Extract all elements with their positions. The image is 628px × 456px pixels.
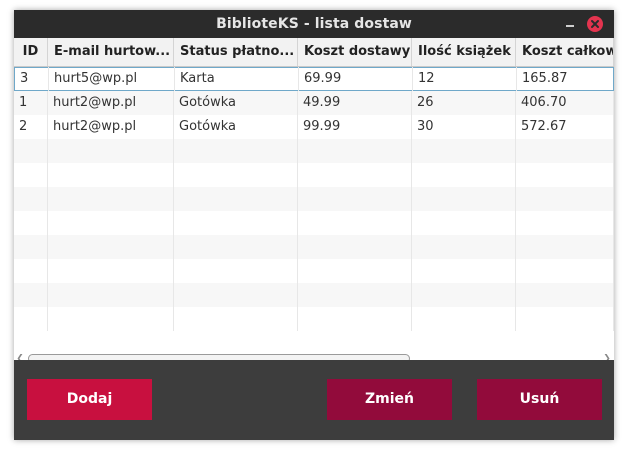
table-cell bbox=[298, 307, 412, 331]
table-cell bbox=[174, 139, 298, 163]
close-icon bbox=[591, 20, 599, 28]
table-row[interactable]: 3 hurt5@wp.pl Karta 69.99 12 165.87 bbox=[14, 67, 614, 91]
column-header[interactable]: Ilość książek bbox=[412, 38, 516, 66]
table-cell: 49.99 bbox=[298, 91, 412, 115]
column-header[interactable]: Status płatno... bbox=[174, 38, 298, 66]
table-cell bbox=[174, 307, 298, 331]
table-cell bbox=[516, 139, 614, 163]
table-cell bbox=[174, 283, 298, 307]
table-cell bbox=[174, 259, 298, 283]
empty-table-row[interactable] bbox=[14, 283, 614, 307]
column-header[interactable]: Koszt całkow bbox=[516, 38, 614, 66]
table-cell bbox=[516, 235, 614, 259]
scrollbar-thumb[interactable] bbox=[28, 354, 410, 360]
table-cell bbox=[174, 235, 298, 259]
table-cell bbox=[412, 283, 516, 307]
table-cell bbox=[48, 163, 174, 187]
table-row[interactable]: 2 hurt2@wp.pl Gotówka 99.99 30 572.67 bbox=[14, 115, 614, 139]
table-cell bbox=[14, 163, 48, 187]
empty-table-row[interactable] bbox=[14, 187, 614, 211]
table-cell bbox=[48, 307, 174, 331]
table-cell: 3 bbox=[15, 67, 49, 91]
table-cell bbox=[14, 283, 48, 307]
empty-table-row[interactable] bbox=[14, 307, 614, 331]
table-cell: 99.99 bbox=[298, 115, 412, 139]
table-cell bbox=[412, 307, 516, 331]
table-cell bbox=[516, 187, 614, 211]
table-cell: 406.70 bbox=[516, 91, 614, 115]
table-cell bbox=[14, 139, 48, 163]
table-cell bbox=[516, 211, 614, 235]
table-cell: 69.99 bbox=[299, 67, 413, 91]
table-cell: 572.67 bbox=[516, 115, 614, 139]
empty-table-row[interactable] bbox=[14, 259, 614, 283]
horizontal-scrollbar[interactable]: ❮ ❯ bbox=[14, 352, 614, 360]
column-header[interactable]: E-mail hurtow... bbox=[48, 38, 174, 66]
table-cell: 1 bbox=[14, 91, 48, 115]
table-cell bbox=[174, 187, 298, 211]
table-cell bbox=[298, 283, 412, 307]
table-cell: 2 bbox=[14, 115, 48, 139]
column-header[interactable]: ID bbox=[14, 38, 48, 66]
column-header[interactable]: Koszt dostawy bbox=[298, 38, 412, 66]
table-cell: 12 bbox=[413, 67, 517, 91]
table-cell bbox=[298, 259, 412, 283]
table-cell bbox=[298, 211, 412, 235]
table-cell bbox=[412, 163, 516, 187]
edit-button[interactable]: Zmień bbox=[327, 379, 452, 420]
table-row[interactable]: 1 hurt2@wp.pl Gotówka 49.99 26 406.70 bbox=[14, 91, 614, 115]
table-cell bbox=[516, 163, 614, 187]
table-cell: Gotówka bbox=[174, 115, 298, 139]
table-cell bbox=[48, 211, 174, 235]
table-cell bbox=[298, 163, 412, 187]
delete-button[interactable]: Usuń bbox=[477, 379, 602, 420]
table-cell: hurt2@wp.pl bbox=[48, 115, 174, 139]
close-button[interactable] bbox=[587, 16, 603, 32]
table-cell bbox=[14, 259, 48, 283]
table-cell bbox=[14, 187, 48, 211]
chevron-left-icon[interactable]: ❮ bbox=[15, 353, 25, 360]
table-cell bbox=[298, 139, 412, 163]
table-cell bbox=[412, 139, 516, 163]
minimize-icon bbox=[566, 25, 574, 27]
table-cell: hurt5@wp.pl bbox=[49, 67, 175, 91]
table-cell bbox=[174, 163, 298, 187]
table-cell: 26 bbox=[412, 91, 516, 115]
table-cell bbox=[48, 187, 174, 211]
app-window: BiblioteKS - lista dostaw ID E-mail hurto… bbox=[14, 10, 614, 440]
table-cell bbox=[14, 307, 48, 331]
table-cell bbox=[14, 235, 48, 259]
title-bar[interactable]: BiblioteKS - lista dostaw bbox=[14, 10, 614, 38]
minimize-button[interactable] bbox=[562, 16, 578, 32]
table-cell bbox=[298, 187, 412, 211]
table-cell bbox=[48, 259, 174, 283]
table-cell: Gotówka bbox=[174, 91, 298, 115]
window-title: BiblioteKS - lista dostaw bbox=[216, 16, 412, 32]
deliveries-table[interactable]: ID E-mail hurtow... Status płatno... Koszt … bbox=[14, 38, 614, 360]
table-cell bbox=[48, 283, 174, 307]
empty-table-row[interactable] bbox=[14, 163, 614, 187]
table-cell: hurt2@wp.pl bbox=[48, 91, 174, 115]
empty-table-row[interactable] bbox=[14, 139, 614, 163]
table-cell bbox=[174, 211, 298, 235]
table-cell bbox=[412, 211, 516, 235]
table-cell bbox=[516, 259, 614, 283]
add-button[interactable]: Dodaj bbox=[27, 379, 152, 420]
table-cell: Karta bbox=[175, 67, 299, 91]
chevron-right-icon[interactable]: ❯ bbox=[602, 353, 612, 360]
table-header: ID E-mail hurtow... Status płatno... Koszt … bbox=[14, 38, 614, 67]
table-cell bbox=[298, 235, 412, 259]
table-cell bbox=[14, 211, 48, 235]
table-cell bbox=[412, 259, 516, 283]
empty-table-row[interactable] bbox=[14, 211, 614, 235]
table-cell bbox=[516, 307, 614, 331]
table-cell bbox=[412, 235, 516, 259]
table-cell bbox=[48, 235, 174, 259]
table-cell bbox=[412, 187, 516, 211]
empty-table-row[interactable] bbox=[14, 235, 614, 259]
table-cell: 165.87 bbox=[517, 67, 614, 91]
table-cell: 30 bbox=[412, 115, 516, 139]
table-cell bbox=[48, 139, 174, 163]
table-cell bbox=[516, 283, 614, 307]
